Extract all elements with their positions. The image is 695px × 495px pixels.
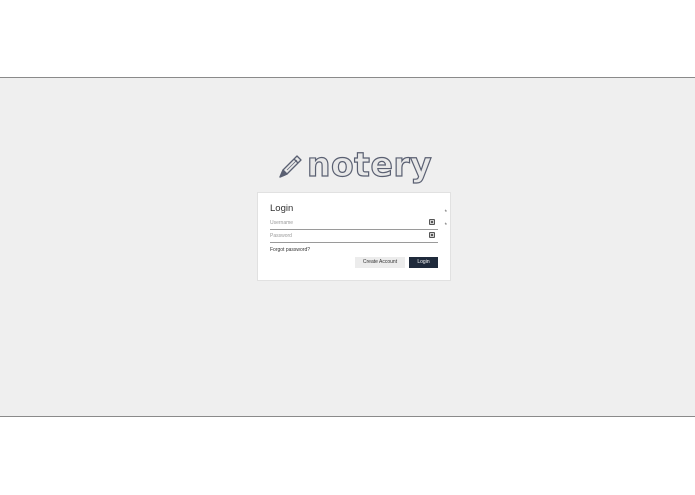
create-account-button[interactable]: Create Account [355, 257, 405, 268]
username-field[interactable]: * [270, 210, 447, 230]
password-field[interactable]: * [270, 223, 447, 243]
forgot-password-link[interactable]: Forgot password? [270, 247, 310, 253]
app-logo: notery [276, 144, 432, 186]
required-mark: * [444, 210, 447, 216]
user-card-icon [429, 219, 435, 225]
required-mark: * [444, 223, 447, 229]
login-card: Login * * Forgot password? Create Accoun… [257, 192, 451, 281]
bottom-band [0, 416, 695, 495]
login-button[interactable]: Login [409, 257, 438, 268]
pencil-icon [279, 155, 302, 178]
logo-wordmark: notery [306, 144, 433, 184]
key-card-icon [429, 232, 435, 238]
username-input[interactable] [270, 217, 420, 228]
login-title: Login [270, 203, 294, 214]
top-band [0, 0, 695, 78]
password-input[interactable] [270, 230, 420, 241]
